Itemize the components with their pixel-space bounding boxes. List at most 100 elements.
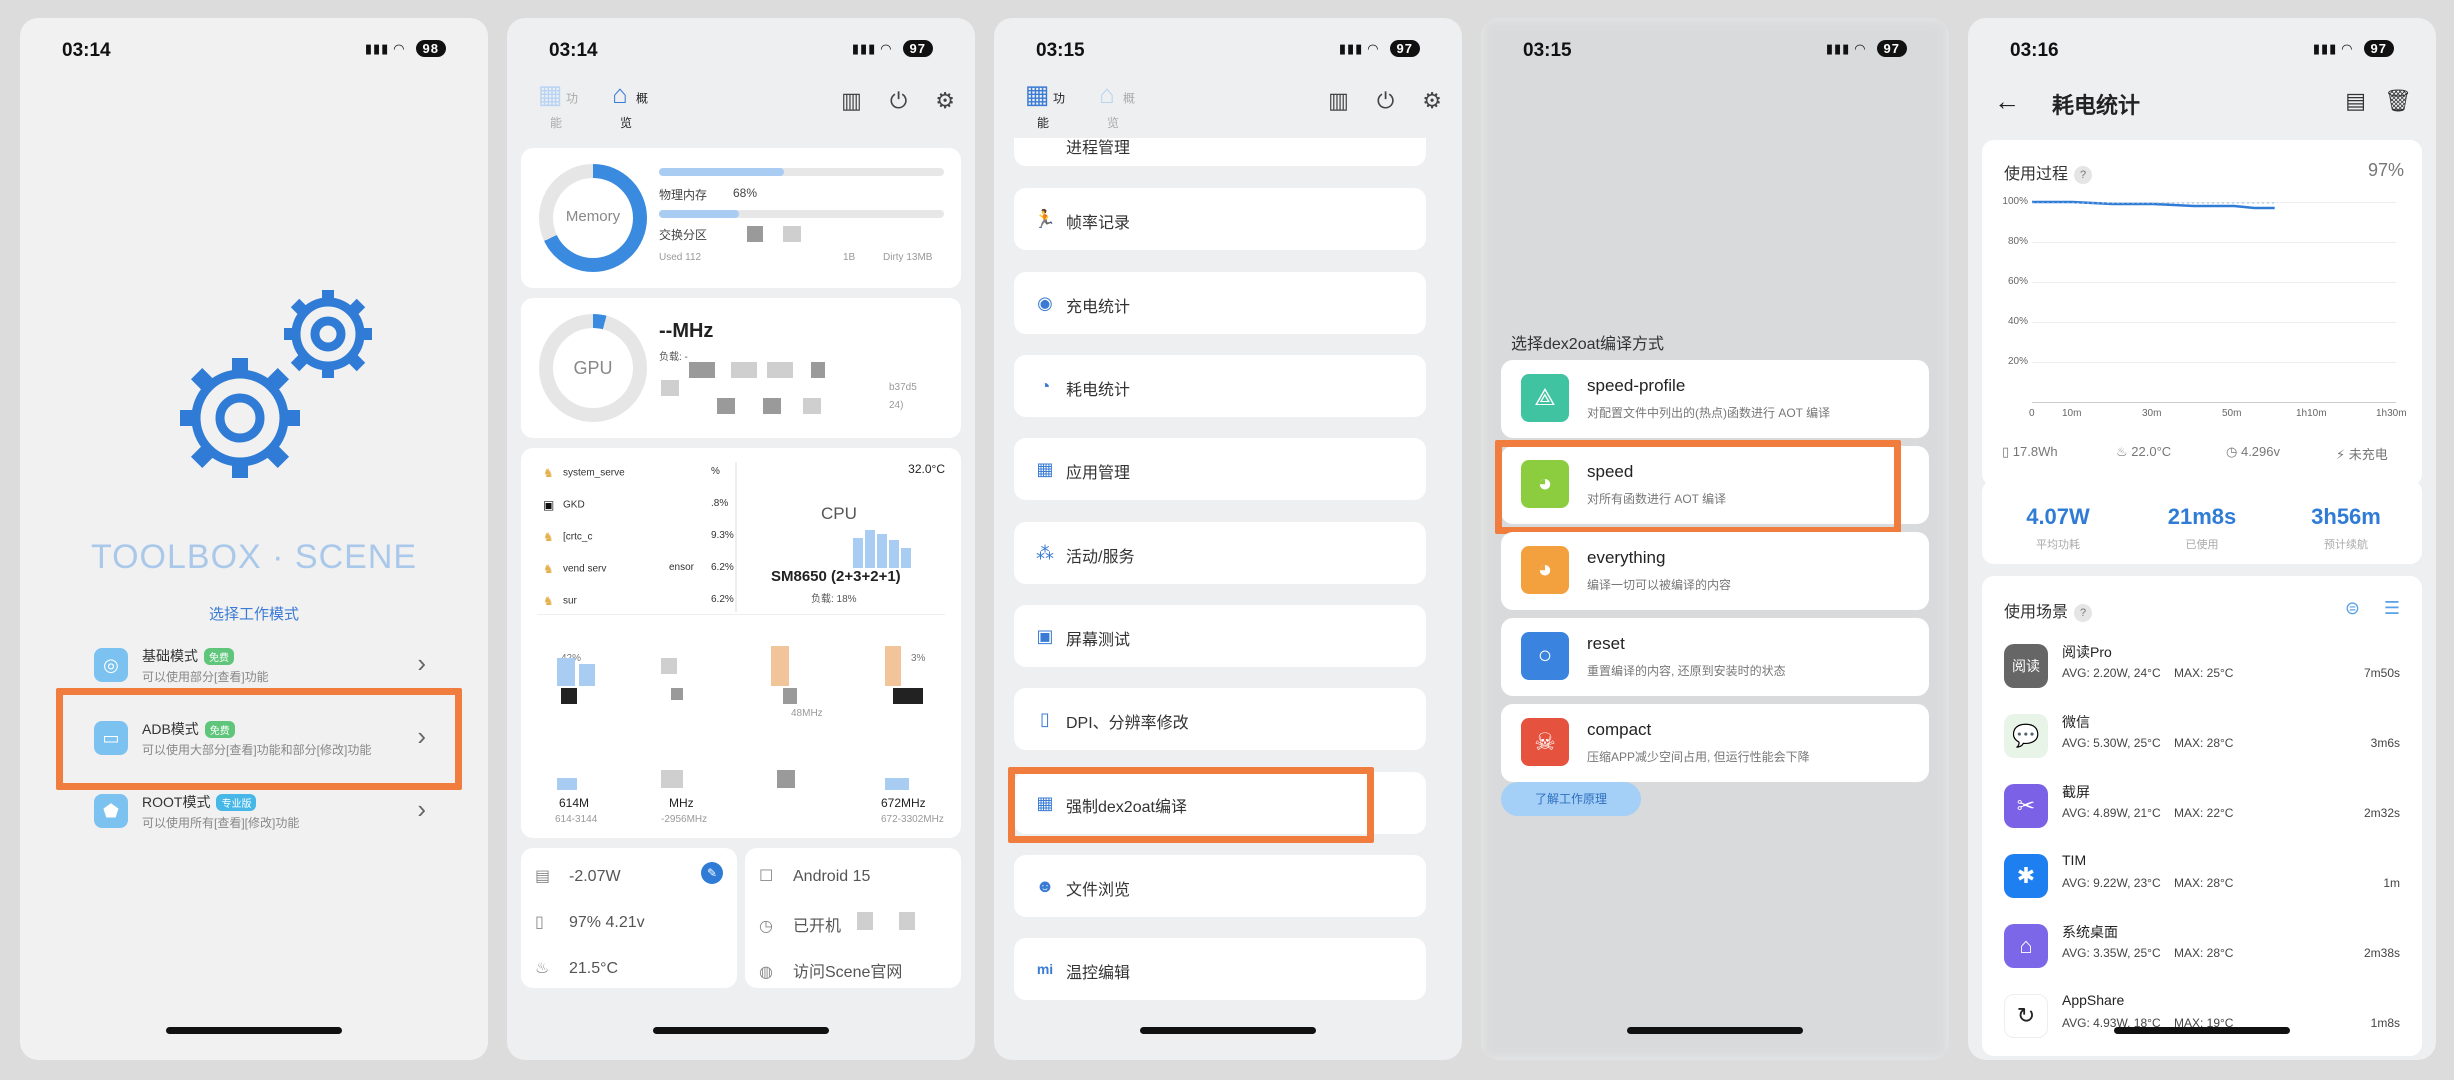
mask-icon: ☻ [1035,875,1055,896]
phone-overview: 03:14 ▮▮▮ ◠ 97 ▦ 功能 ⌂ 概览 ▥ ⏻ ⚙ Memory 物理内存 6… [507,18,975,1060]
toolbar-actions: ▥ ⏻ ⚙ [1300,88,1442,114]
gear-icon[interactable]: ⚙ [935,88,955,113]
home-indicator[interactable] [1627,1027,1803,1034]
menu-item[interactable]: ▦ 应用管理 [1014,438,1426,500]
home-indicator[interactable] [2114,1027,2290,1034]
history-icon[interactable]: ▤ [2345,88,2366,114]
x-tick: 1h30m [2376,408,2407,419]
memory-card[interactable]: Memory 物理内存 68% 交换分区 Used 112 1B Dirty 1… [521,148,961,288]
y-tick: 40% [2007,316,2028,327]
menu-item[interactable]: ▣ 屏幕测试 [1014,605,1426,667]
menu-item[interactable]: ☻ 文件浏览 [1014,855,1426,917]
status-time: 03:14 [549,40,598,61]
system-card[interactable]: ☐ Android 15 ◷ 已开机 ◍ 访问Scene官网 [745,848,961,988]
grid-icon: ▦ [1036,458,1054,479]
sort-icon[interactable]: ⊜ [2345,598,2360,619]
app-icon: ↻ [2004,994,2048,1038]
power-icon[interactable]: ⏻ [890,88,907,113]
home-indicator[interactable] [166,1027,342,1034]
power-icon[interactable]: ⏻ [1377,88,1394,113]
header: ← 耗电统计 ▤ 🗑 [1968,84,2436,124]
chart-icon[interactable]: ▥ [1328,88,1349,113]
phone-dex2oat-dialog: 03:15 ▮▮▮ ◠ 97 选择dex2oat编译方式 ⟁ speed-pro… [1481,18,1949,1060]
menu-item[interactable]: mi 温控编辑 [1014,938,1426,1000]
option-speed-profile[interactable]: ⟁ speed-profile 对配置文件中列出的(热点)函数进行 AOT 编译 [1501,360,1929,438]
menu-item-partial[interactable]: 进程管理 [1014,138,1426,166]
mode-tag: 免费 [204,648,234,665]
battery-badge: 97 [2363,40,2394,57]
phone-power-stats: 03:16 ▮▮▮ ◠ 97 ← 耗电统计 ▤ 🗑 使用过程? 97% 100%… [1968,18,2436,1060]
mode-title: 基础模式 [142,648,198,664]
menu-item[interactable]: ◔ 耗电统计 [1014,355,1426,417]
app-row[interactable]: ⌂ 系统桌面 AVG: 3.35W, 25°C MAX: 28°C 2m38s [2004,916,2400,986]
help-icon[interactable]: ? [2074,165,2093,184]
app-row[interactable]: ↻ AppShare AVG: 4.93W, 18°C MAX: 19°C 1m… [2004,986,2400,1056]
usage-percent: 97% [2367,160,2404,180]
toolbar-actions: ▥ ⏻ ⚙ [813,88,955,114]
menu-item[interactable]: ⁂ 活动/服务 [1014,522,1426,584]
gear-icon[interactable]: ⚙ [1422,88,1442,113]
remaining-time: 3h56m [2311,504,2381,529]
android-icon: ☐ [759,868,774,885]
chart-icon[interactable]: ▥ [841,88,862,113]
highlight-box [1495,440,1901,534]
x-tick: 30m [2142,408,2162,419]
battery-badge: 97 [902,40,933,57]
tab-overview[interactable]: ⌂ 概览 [1088,78,1138,131]
menu-item[interactable]: 🏃 帧率记录 [1014,188,1426,250]
phone-icon: ▯ [1040,708,1050,729]
status-icons: ▮▮▮ ◠ 97 [1826,40,1907,57]
learn-more-button[interactable]: 了解工作原理 [1501,782,1641,816]
status-icons: ▮▮▮ ◠ 98 [365,40,446,57]
help-icon[interactable]: ? [2074,603,2093,622]
status-time: 03:15 [1523,40,1572,61]
battery-badge: 97 [1876,40,1907,57]
power-value: -2.07W [569,868,621,885]
option-everything[interactable]: ◕ everything 编译一切可以被编译的内容 [1501,532,1929,610]
voltage-icon: ◷ [2226,444,2241,459]
status-time: 03:15 [1036,40,1085,61]
mem-dirty: Dirty 13MB [883,252,933,263]
tab-features[interactable]: ▦ 功能 [531,78,581,131]
trash-icon[interactable]: 🗑 [2384,88,2412,114]
home-indicator[interactable] [1140,1027,1316,1034]
process-row: ♞ [crtc_c 9.3% [543,530,734,544]
app-brand: TOOLBOX · SCENE [90,538,418,576]
temp-value: 21.5°C [569,960,619,977]
gpu-tail2: 24) [889,400,904,411]
filter-list-icon[interactable]: ☰ [2384,598,2400,619]
status-time: 03:16 [2010,40,2059,61]
home-icon: ⌂ [612,78,628,109]
app-row[interactable]: ✂ 截屏 AVG: 4.89W, 21°C MAX: 22°C 2m32s [2004,776,2400,846]
mode-root[interactable]: ⬟ ROOT模式 专业版 可以使用所有[查看][修改]功能 › [72,784,448,844]
calendar-icon: ▤ [535,868,551,885]
menu-item[interactable]: ▯ DPI、分辨率修改 [1014,688,1426,750]
clock-icon: ◷ [759,918,773,935]
grid-icon: ▦ [1024,78,1050,109]
power-card[interactable]: ▤ -2.07W ✎ ▯ 97% 4.21v ♨ 21.5°C [521,848,737,988]
status-bar: 03:14 ▮▮▮ ◠ 98 [20,34,488,70]
swap-label: 交换分区 [659,228,708,242]
app-row[interactable]: 阅读 阅读Pro AVG: 2.20W, 24°C MAX: 25°C 7m50… [2004,636,2400,706]
cpu-card[interactable]: ♞ system_serve% ▣ GKD .8% ♞ [crtc_c 9.3% ♞ ven… [521,448,961,838]
page-title: 耗电统计 [2052,93,2141,118]
back-arrow-icon[interactable]: ← [1994,86,2020,117]
option-reset[interactable]: ○ reset 重置编译的内容, 还原到安装时的状态 [1501,618,1929,696]
app-row[interactable]: 💬 微信 AVG: 5.30W, 25°C MAX: 28°C 3m6s [2004,706,2400,776]
edit-icon[interactable]: ✎ [701,862,723,884]
circle-icon: ○ [1521,632,1569,680]
gpu-card[interactable]: GPU --MHz 负载: - b37d5 24) [521,298,961,438]
tab-features[interactable]: ▦ 功能 [1018,78,1068,131]
home-indicator[interactable] [653,1027,829,1034]
visit-site-link[interactable]: ◍ 访问Scene官网 [759,958,902,982]
process-row: ♞ system_serve% [543,466,720,480]
tab-overview[interactable]: ⌂ 概览 [601,78,651,131]
app-row[interactable]: ✱ TIM AVG: 9.22W, 23°C MAX: 28°C 1m [2004,846,2400,916]
mem-used: Used 112 [659,252,702,263]
x-tick: 0 [2029,408,2035,419]
menu-item[interactable]: ◉ 充电统计 [1014,272,1426,334]
option-compact[interactable]: ☠ compact 压缩APP减少空间占用, 但运行性能会下降 [1501,704,1929,782]
app-icon: ⌂ [2004,924,2048,968]
battery-info: 97% 4.21v [569,914,645,931]
sheet-title: 选择dex2oat编译方式 [1511,336,1664,353]
